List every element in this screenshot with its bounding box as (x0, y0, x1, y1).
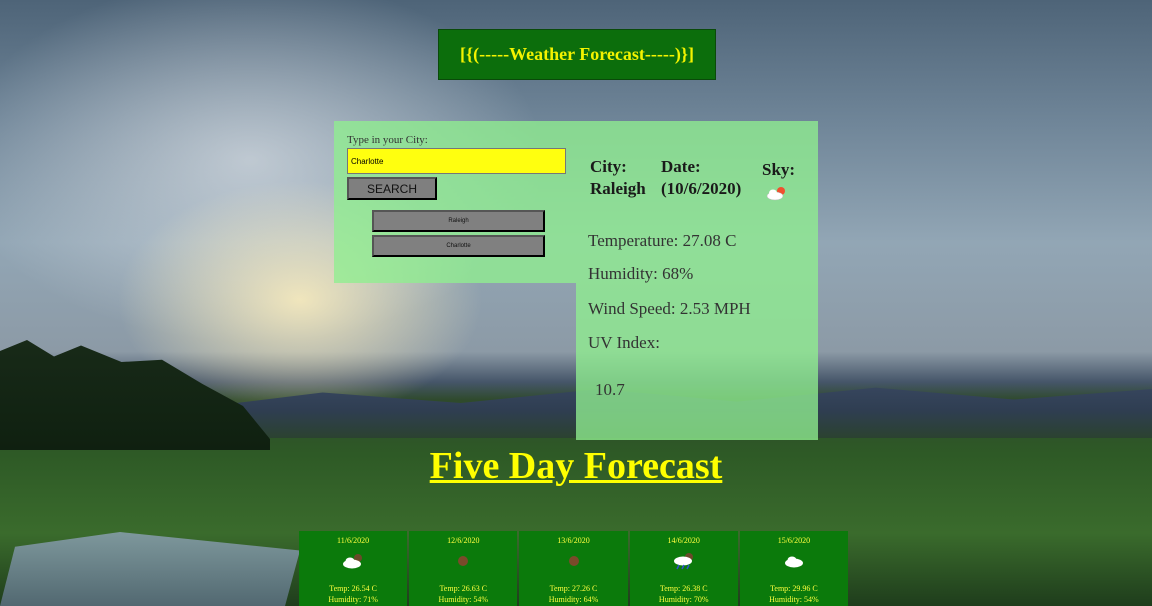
forecast-date: 12/6/2020 (447, 536, 480, 545)
cloud-icon (784, 556, 803, 568)
page-title-text: [{(-----Weather Forecast-----)}] (460, 44, 694, 64)
humidity-text: Humidity: 68% (588, 264, 694, 283)
forecast-temp: Temp: 29.96 C (770, 584, 818, 593)
page-title: [{(-----Weather Forecast-----)}] (438, 29, 716, 80)
background-lake (0, 532, 300, 606)
forecast-card: 13/6/2020 Temp: 27.26 C Humidity: 64% (519, 531, 628, 606)
wind-speed-text: Wind Speed: 2.53 MPH (588, 299, 751, 318)
partly-cloudy-day-icon (766, 187, 785, 201)
forecast-date: 13/6/2020 (557, 536, 590, 545)
background-trees (0, 340, 270, 450)
search-label: Type in your City: (347, 134, 428, 146)
forecast-temp: Temp: 26.63 C (439, 584, 488, 593)
history-button-raleigh[interactable]: Raleigh (372, 210, 545, 232)
cloudy-icon (343, 554, 363, 569)
uv-index-label: UV Index: (588, 333, 660, 352)
temperature-text: Temperature: 27.08 C (588, 231, 737, 250)
forecast-humidity: Humidity: 64% (548, 595, 599, 604)
forecast-card: 11/6/2020 Temp: 26.54 C Humidity: 71% (299, 531, 408, 606)
forecast-card: 15/6/2020 Temp: 29.96 C Humidity: 54% (739, 531, 849, 606)
sky-label: Sky: (762, 160, 796, 179)
forecast-date: 15/6/2020 (777, 536, 811, 545)
forecast-humidity: Humidity: 54% (438, 595, 489, 604)
history-button-charlotte[interactable]: Charlotte (372, 235, 545, 257)
city-search-input[interactable] (347, 148, 566, 174)
forecast-temp: Temp: 26.54 C (329, 584, 377, 593)
forecast-temp: Temp: 27.26 C (549, 584, 598, 593)
uv-index-value: 10.7 (595, 380, 625, 399)
date-value: (10/6/2020) (661, 179, 742, 198)
forecast-humidity: Humidity: 71% (328, 595, 378, 604)
forecast-card: 14/6/2020 Temp: 26.38 C Humidity: 70% (629, 531, 738, 606)
city-label: City: (590, 157, 627, 176)
clear-night-icon (458, 556, 469, 566)
forecast-row: 11/6/2020 Temp: 26.54 C Humidity: 71% 12… (299, 531, 849, 606)
forecast-card: 12/6/2020 Temp: 26.63 C Humidity: 54% (409, 531, 518, 606)
forecast-date: 11/6/2020 (337, 536, 370, 545)
current-weather-panel: City: Raleigh Date: (10/6/2020) Sky: Tem… (576, 121, 818, 440)
sky-block: Sky: (762, 159, 795, 181)
city-block: City: Raleigh (590, 156, 646, 200)
date-label: Date: (661, 157, 701, 176)
forecast-humidity: Humidity: 54% (769, 595, 819, 604)
search-button[interactable]: SEARCH (347, 177, 437, 200)
rain-icon (673, 553, 693, 570)
five-day-forecast-title: Five Day Forecast (429, 445, 723, 487)
forecast-temp: Temp: 26.38 C (659, 584, 708, 593)
date-block: Date: (10/6/2020) (661, 156, 741, 200)
search-panel: Type in your City: SEARCH Raleigh Charlo… (334, 121, 576, 283)
city-name: Raleigh (590, 179, 646, 198)
clear-night-icon (568, 556, 579, 566)
forecast-date: 14/6/2020 (667, 536, 700, 545)
forecast-humidity: Humidity: 70% (658, 595, 709, 604)
